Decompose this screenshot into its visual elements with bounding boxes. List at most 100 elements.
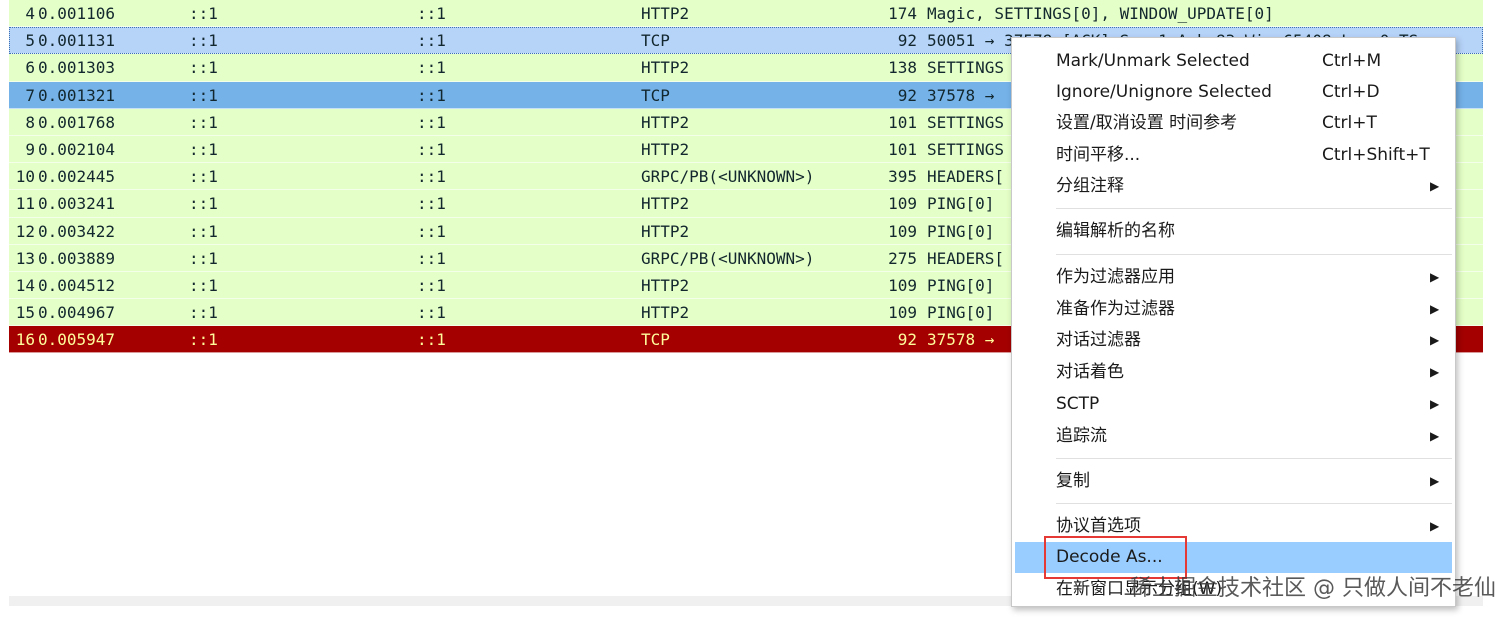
menu-item-label: 准备作为过滤器 <box>1056 299 1175 319</box>
colorize-conversation-item[interactable]: 对话着色 ▶ <box>1012 357 1455 388</box>
packet-protocol: TCP <box>641 330 670 350</box>
packet-source: ::1 <box>189 139 218 159</box>
packet-destination: ::1 <box>417 139 446 159</box>
packet-comment-item[interactable]: 分组注释 ▶ <box>1012 171 1455 202</box>
packet-destination: ::1 <box>417 303 446 323</box>
submenu-arrow-icon: ▶ <box>1430 179 1440 193</box>
ignore-unignore-item[interactable]: Ignore/Unignore Selected Ctrl+D <box>1012 77 1455 108</box>
packet-length: 109 <box>888 194 917 214</box>
packet-row[interactable]: 4 0.001106::1::1 HTTP2 174 Magic, SETTINGS[0… <box>9 0 1483 28</box>
packet-protocol: HTTP2 <box>641 58 690 78</box>
packet-time: 0.003889 <box>38 248 116 268</box>
packet-destination: ::1 <box>417 221 446 241</box>
decode-as-item[interactable]: Decode As... <box>1015 542 1452 573</box>
packet-number: 9 <box>25 139 35 159</box>
packet-info: PING[0] <box>927 303 995 323</box>
packet-info: SETTINGS <box>927 139 1005 159</box>
packet-time: 0.001106 <box>38 4 116 23</box>
packet-destination: ::1 <box>417 248 446 268</box>
packet-length: 92 <box>897 85 917 105</box>
sctp-item[interactable]: SCTP ▶ <box>1012 389 1455 420</box>
packet-number: 16 <box>15 330 35 350</box>
mark-unmark-item[interactable]: Mark/Unmark Selected Ctrl+M <box>1012 46 1455 77</box>
menu-item-shortcut: Ctrl+M <box>1322 51 1382 71</box>
copy-item[interactable]: 复制 ▶ <box>1012 466 1455 497</box>
packet-time: 0.004512 <box>38 275 116 295</box>
packet-number: 10 <box>15 167 35 187</box>
packet-length: 109 <box>888 221 917 241</box>
packet-time: 0.002445 <box>38 167 116 187</box>
packet-length: 395 <box>888 167 917 187</box>
packet-source: ::1 <box>189 112 218 132</box>
prepare-filter-item[interactable]: 准备作为过滤器 ▶ <box>1012 294 1455 325</box>
packet-info: PING[0] <box>927 275 995 295</box>
packet-source: ::1 <box>189 303 218 323</box>
menu-item-shortcut: Ctrl+Shift+T <box>1322 145 1430 165</box>
packet-source: ::1 <box>189 221 218 241</box>
packet-number: 15 <box>15 303 35 323</box>
packet-info: SETTINGS <box>927 58 1005 78</box>
packet-number: 7 <box>25 85 35 105</box>
packet-source: ::1 <box>189 85 218 105</box>
packet-source: ::1 <box>189 31 218 51</box>
submenu-arrow-icon: ▶ <box>1430 474 1440 488</box>
packet-protocol: HTTP2 <box>641 194 690 214</box>
packet-info: 37578 → <box>927 330 995 350</box>
packet-destination: ::1 <box>417 167 446 187</box>
packet-protocol: HTTP2 <box>641 4 690 23</box>
menu-item-label: 追踪流 <box>1056 426 1107 446</box>
menu-item-label: 复制 <box>1056 471 1090 491</box>
packet-info: HEADERS[ <box>927 167 1005 187</box>
packet-length: 174 <box>888 4 917 23</box>
packet-info: 37578 → <box>927 85 995 105</box>
packet-length: 109 <box>888 275 917 295</box>
packet-number: 12 <box>15 221 35 241</box>
submenu-arrow-icon: ▶ <box>1430 429 1440 443</box>
packet-protocol: HTTP2 <box>641 275 690 295</box>
protocol-preferences-item[interactable]: 协议首选项 ▶ <box>1012 511 1455 542</box>
packet-number: 13 <box>15 248 35 268</box>
packet-destination: ::1 <box>417 194 446 214</box>
packet-length: 275 <box>888 248 917 268</box>
menu-item-shortcut: Ctrl+T <box>1322 113 1377 133</box>
packet-time: 0.001768 <box>38 112 116 132</box>
menu-item-label: 编辑解析的名称 <box>1056 221 1175 241</box>
packet-number: 4 <box>25 4 35 23</box>
packet-protocol: TCP <box>641 85 670 105</box>
packet-destination: ::1 <box>417 31 446 51</box>
menu-separator <box>1056 254 1452 255</box>
packet-time: 0.004967 <box>38 303 116 323</box>
packet-time: 0.001321 <box>38 85 116 105</box>
menu-item-label: Mark/Unmark Selected <box>1056 51 1250 71</box>
conversation-filter-item[interactable]: 对话过滤器 ▶ <box>1012 325 1455 356</box>
packet-source: ::1 <box>189 4 218 23</box>
packet-info: PING[0] <box>927 221 995 241</box>
packet-destination: ::1 <box>417 275 446 295</box>
packet-source: ::1 <box>189 167 218 187</box>
time-shift-item[interactable]: 时间平移... Ctrl+Shift+T <box>1012 140 1455 171</box>
packet-info: PING[0] <box>927 194 995 214</box>
packet-info: Magic, SETTINGS[0], WINDOW_UPDATE[0] <box>927 4 1274 23</box>
packet-time: 0.001131 <box>38 31 116 51</box>
packet-info: SETTINGS <box>927 112 1005 132</box>
packet-protocol: GRPC/PB(<UNKNOWN>) <box>641 248 815 268</box>
packet-info: HEADERS[ <box>927 248 1005 268</box>
edit-resolved-name-item[interactable]: 编辑解析的名称 <box>1012 216 1455 247</box>
menu-separator <box>1056 458 1452 459</box>
context-menu: Mark/Unmark Selected Ctrl+M Ignore/Unignor… <box>1011 37 1456 607</box>
packet-time: 0.002104 <box>38 139 116 159</box>
apply-as-filter-item[interactable]: 作为过滤器应用 ▶ <box>1012 262 1455 293</box>
menu-item-label: SCTP <box>1056 394 1100 414</box>
packet-protocol: TCP <box>641 31 670 51</box>
time-reference-item[interactable]: 设置/取消设置 时间参考 Ctrl+T <box>1012 108 1455 139</box>
packet-source: ::1 <box>189 194 218 214</box>
follow-stream-item[interactable]: 追踪流 ▶ <box>1012 421 1455 452</box>
packet-time: 0.005947 <box>38 330 116 350</box>
menu-item-label: 分组注释 <box>1056 176 1124 196</box>
packet-source: ::1 <box>189 275 218 295</box>
menu-separator <box>1056 208 1452 209</box>
menu-item-label: 时间平移... <box>1056 145 1141 165</box>
menu-separator <box>1056 503 1452 504</box>
packet-destination: ::1 <box>417 330 446 350</box>
menu-item-label: 对话过滤器 <box>1056 330 1141 350</box>
